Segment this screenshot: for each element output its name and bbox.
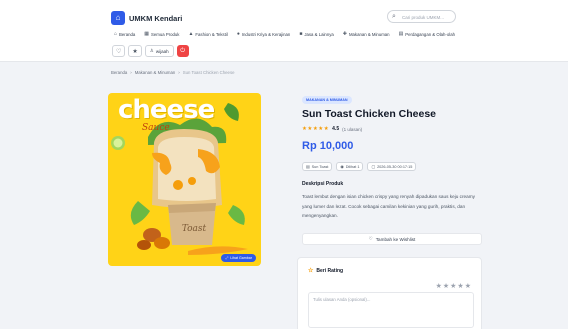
store-pill[interactable]: ▤ Sun Toast (302, 162, 333, 171)
nav-item-makanan[interactable]: ✚ Makanan & Minuman (343, 31, 390, 37)
brand[interactable]: ⌂ UMKM Kendari (111, 11, 182, 25)
nav-label: Industri Kriya & Kerajinan (241, 31, 291, 37)
zoom-icon: ⤢ (225, 256, 229, 260)
logout-icon: ⏻ (180, 47, 185, 54)
brand-name: UMKM Kendari (129, 13, 183, 23)
add-to-wishlist-button[interactable]: ♡ Tambah ke Wishlist (302, 233, 482, 245)
wishlist-button[interactable]: ♡ (112, 45, 126, 57)
grid-icon: ▦ (144, 31, 150, 37)
svg-text:Toast: Toast (182, 224, 207, 234)
leaf-icon: ▤ (398, 31, 404, 37)
rating-form: ☆ Beri Rating ★★★★★ (297, 257, 482, 329)
store-name: Sun Toast (311, 164, 329, 169)
breadcrumb-home[interactable]: Beranda (111, 70, 127, 75)
shirt-icon: ▲ (188, 31, 194, 37)
palette-icon: ● (236, 31, 240, 37)
description-heading: Deskripsi Produk (302, 181, 344, 187)
wishlist-label: Tambah ke Wishlist (375, 236, 416, 242)
nav-label: Jasa & Lainnya (304, 31, 334, 37)
store-icon: ▤ (306, 165, 310, 169)
eye-icon: ◉ (340, 165, 344, 169)
review-textarea[interactable] (308, 292, 474, 328)
nav-label: Perdagangan & Olah-olah (405, 31, 455, 37)
store-icon: ⌂ (111, 11, 125, 25)
utensils-icon: ✚ (342, 31, 347, 37)
product-price: Rp 10,000 (302, 140, 354, 152)
calendar-icon: ▢ (371, 165, 376, 169)
image-word: cheese (118, 95, 215, 125)
star-icon: ☆ (308, 268, 314, 274)
nav-item-jasa[interactable]: ■ Jasa & Lainnya (299, 31, 333, 37)
created-date: 2026-05-30 00:17:15 (377, 164, 413, 169)
rating-form-title: Beri Rating (316, 267, 344, 274)
breadcrumb-separator: › (178, 70, 180, 75)
search-box: ⌕ (387, 10, 456, 23)
product-title: Sun Toast Chicken Cheese (302, 108, 437, 120)
nav-item-perdagangan[interactable]: ▤ Perdagangan & Olah-olah (399, 31, 455, 37)
rating-count: (1 ulasan) (342, 126, 363, 132)
image-sub: Sauce (142, 123, 170, 133)
search-input[interactable] (402, 12, 450, 22)
user-name: wijaah (155, 48, 169, 54)
description-text: Toast lembut dengan isian chicken crispy… (302, 194, 476, 218)
category-badge: MAKANAN & MINUMAN (302, 96, 352, 104)
breadcrumb: Beranda › Makanan & Minuman › Sun Toast … (111, 70, 235, 75)
date-pill: ▢ 2026-05-30 00:17:15 (367, 162, 417, 171)
nav-item-fashion[interactable]: ▲ Fashion & Tekstil (188, 31, 227, 37)
user-icon: ♙ (149, 48, 154, 53)
views-pill: ◉ Dilihat 1 (336, 162, 364, 171)
search-icon: ⌕ (392, 13, 396, 20)
product-meta: ▤ Sun Toast ◉ Dilihat 1 ▢ 2026-05-30 00:… (302, 162, 417, 171)
rating-form-heading: ☆ Beri Rating (308, 267, 344, 275)
breadcrumb-category[interactable]: Makanan & Minuman (135, 70, 176, 75)
nav-item-semua-produk[interactable]: ▦ Semua Produk (144, 31, 179, 37)
product-rating: ★★★★★ 4.5 (1 ulasan) (302, 126, 362, 132)
briefcase-icon: ■ (299, 31, 303, 37)
main-nav: ⌂ Beranda ▦ Semua Produk ▲ Fashion & Tek… (114, 31, 455, 37)
nav-label: Beranda (119, 31, 136, 37)
rating-value: 4.5 (332, 126, 340, 132)
heart-icon: ♡ (116, 48, 122, 55)
view-image-label: Lihat Gambar (230, 256, 252, 260)
nav-label: Fashion & Tekstil (195, 31, 228, 37)
views-count: Dilihat 1 (345, 164, 360, 169)
product-image[interactable]: Toast cheese Sauce ⤢ Lihat Gambar (108, 93, 261, 266)
favorites-button[interactable]: ★ (128, 45, 142, 57)
nav-item-beranda[interactable]: ⌂ Beranda (114, 31, 135, 37)
home-icon: ⌂ (114, 31, 118, 37)
rating-star-picker[interactable]: ★★★★★ (436, 282, 472, 290)
breadcrumb-separator: › (130, 70, 132, 75)
breadcrumb-current: Sun Toast Chicken Cheese (182, 70, 235, 75)
header: ⌂ UMKM Kendari ⌕ ⌂ Beranda ▦ Semua Produ… (0, 0, 568, 62)
nav-item-kriya[interactable]: ● Industri Kriya & Kerajinan (237, 31, 291, 37)
user-menu-button[interactable]: ♙ wijaah (144, 45, 174, 57)
star-icon: ★ (132, 48, 138, 55)
user-tools: ♡ ★ ♙ wijaah ⏻ (112, 45, 189, 57)
nav-label: Makanan & Minuman (348, 31, 390, 37)
logout-button[interactable]: ⏻ (176, 45, 189, 57)
nav-label: Semua Produk (151, 31, 180, 37)
heart-icon: ♡ (368, 236, 373, 241)
rating-stars: ★★★★★ (302, 126, 330, 132)
view-image-button[interactable]: ⤢ Lihat Gambar (221, 254, 256, 262)
